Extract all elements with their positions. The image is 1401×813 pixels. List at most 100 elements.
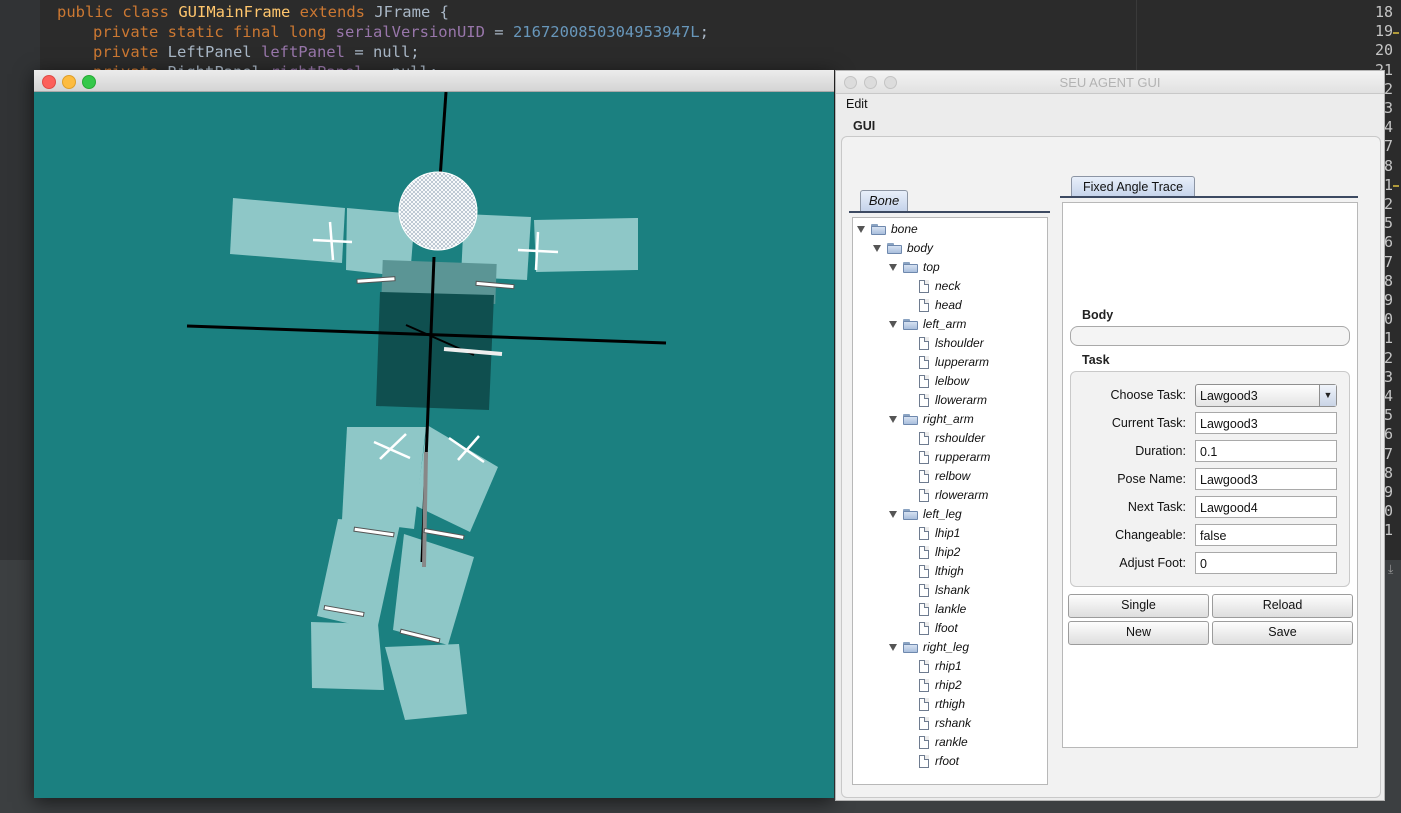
menu-edit[interactable]: Edit [846, 97, 868, 111]
adjust-foot-field[interactable]: 0 [1195, 552, 1337, 574]
tree-leaf-node[interactable]: rshoulder [919, 429, 985, 447]
code-token: extends [299, 3, 375, 21]
gui-titlebar[interactable]: SEU AGENT GUI [836, 71, 1384, 94]
tree-leaf-node[interactable]: rshank [919, 714, 971, 732]
tree-folder-node[interactable]: right_leg [889, 638, 969, 656]
folder-icon [903, 318, 918, 330]
expand-arrow-icon[interactable] [889, 510, 897, 518]
file-icon [919, 374, 929, 388]
tree-leaf-node[interactable]: rlowerarm [919, 486, 988, 504]
tree-node-label: bone [891, 222, 918, 236]
tree-folder-node[interactable]: top [889, 258, 940, 276]
expand-arrow-icon[interactable] [857, 225, 865, 233]
code-token: private [93, 43, 168, 61]
adjust-foot-label: Adjust Foot: [1119, 556, 1186, 570]
file-icon [919, 469, 929, 483]
current-task-field[interactable]: Lawgood3 [1195, 412, 1337, 434]
tree-node-label: rhip1 [935, 659, 962, 673]
file-icon [919, 716, 929, 730]
scroll-down-icon[interactable]: ⤓ [1388, 562, 1393, 577]
reload-button[interactable]: Reload [1212, 594, 1353, 618]
expand-arrow-icon[interactable] [873, 244, 881, 252]
tree-node-label: rshoulder [935, 431, 986, 445]
tree-folder-node[interactable]: bone [857, 220, 918, 238]
tree-leaf-node[interactable]: neck [919, 277, 960, 295]
tree-leaf-node[interactable]: lthigh [919, 562, 964, 580]
tree-leaf-node[interactable]: lhip2 [919, 543, 960, 561]
tree-node-label: left_arm [923, 317, 967, 331]
tree-leaf-node[interactable]: llowerarm [919, 391, 987, 409]
expand-arrow-icon[interactable] [889, 415, 897, 423]
tree-folder-node[interactable]: body [873, 239, 933, 257]
tree-folder-node[interactable]: left_arm [889, 315, 966, 333]
bone-tree[interactable]: bone body top neck head left_arm lshoulder lupp… [852, 217, 1048, 785]
right-hip [416, 425, 498, 532]
task-section-label: Task [1082, 353, 1110, 367]
tree-leaf-node[interactable]: rthigh [919, 695, 965, 713]
skeleton-wire [422, 451, 428, 568]
tree-leaf-node[interactable]: rhip2 [919, 676, 962, 694]
file-icon [919, 659, 929, 673]
tree-leaf-node[interactable]: lupperarm [919, 353, 989, 371]
choose-task-value: Lawgood3 [1200, 389, 1258, 403]
tree-leaf-node[interactable]: rfoot [919, 752, 959, 770]
code-token: private static final long [93, 23, 336, 41]
tree-folder-node[interactable]: right_arm [889, 410, 974, 428]
tab-bone[interactable]: Bone [860, 190, 908, 211]
tree-leaf-node[interactable]: lankle [919, 600, 966, 618]
tree-leaf-node[interactable]: rankle [919, 733, 968, 751]
robot-3d-canvas[interactable] [34, 92, 834, 798]
expand-arrow-icon[interactable] [889, 643, 897, 651]
tree-leaf-node[interactable]: relbow [919, 467, 970, 485]
line-number: 20 [1374, 41, 1393, 60]
file-icon [919, 545, 929, 559]
tab-fixed-angle-trace[interactable]: Fixed Angle Trace [1071, 176, 1195, 197]
tree-leaf-node[interactable]: lelbow [919, 372, 969, 390]
pose-name-field[interactable]: Lawgood3 [1195, 468, 1337, 490]
tree-leaf-node[interactable]: head [919, 296, 962, 314]
single-button[interactable]: Single [1068, 594, 1209, 618]
robot-viewer-window[interactable] [34, 70, 834, 798]
close-window-icon[interactable] [42, 75, 56, 89]
chevron-down-icon[interactable]: ▼ [1319, 385, 1336, 406]
expand-arrow-icon[interactable] [889, 263, 897, 271]
viewer-titlebar[interactable] [34, 70, 834, 92]
tree-node-label: rhip2 [935, 678, 962, 692]
tree-node-label: rshank [935, 716, 972, 730]
new-button[interactable]: New [1068, 621, 1209, 645]
changeable-field[interactable]: false [1195, 524, 1337, 546]
duration-field[interactable]: 0.1 [1195, 440, 1337, 462]
folder-icon [903, 261, 918, 273]
expand-arrow-icon[interactable] [889, 320, 897, 328]
code-token: public class [57, 3, 179, 21]
code-token: LeftPanel [167, 43, 261, 61]
right-upper-arm [534, 218, 638, 272]
choose-task-select[interactable]: Lawgood3 ▼ [1195, 384, 1337, 407]
tree-leaf-node[interactable]: lshoulder [919, 334, 984, 352]
tree-node-label: lthigh [935, 564, 964, 578]
code-line-class-decl: public class GUIMainFrame extends JFrame… [57, 2, 449, 22]
tree-node-label: rankle [935, 735, 968, 749]
folder-icon [871, 223, 886, 235]
tree-leaf-node[interactable]: rupperarm [919, 448, 990, 466]
tree-leaf-node[interactable]: lshank [919, 581, 970, 599]
tree-node-label: lelbow [935, 374, 970, 388]
tree-leaf-node[interactable]: lfoot [919, 619, 958, 637]
tree-node-label: rlowerarm [935, 488, 989, 502]
zoom-window-icon[interactable] [82, 75, 96, 89]
code-token: JFrame { [374, 3, 449, 21]
tab-underline [1060, 196, 1358, 198]
tree-folder-node[interactable]: left_leg [889, 505, 962, 523]
file-icon [919, 735, 929, 749]
file-icon [919, 621, 929, 635]
seu-agent-gui-window[interactable]: SEU AGENT GUI Edit GUI Bone bone body top n… [835, 70, 1385, 801]
tree-leaf-node[interactable]: lhip1 [919, 524, 960, 542]
right-shank [385, 644, 467, 720]
robot-head-sphere [398, 171, 478, 251]
save-button[interactable]: Save [1212, 621, 1353, 645]
pose-name-label: Pose Name: [1117, 472, 1186, 486]
body-field[interactable] [1070, 326, 1350, 346]
minimize-window-icon[interactable] [62, 75, 76, 89]
next-task-field[interactable]: Lawgood4 [1195, 496, 1337, 518]
tree-leaf-node[interactable]: rhip1 [919, 657, 962, 675]
